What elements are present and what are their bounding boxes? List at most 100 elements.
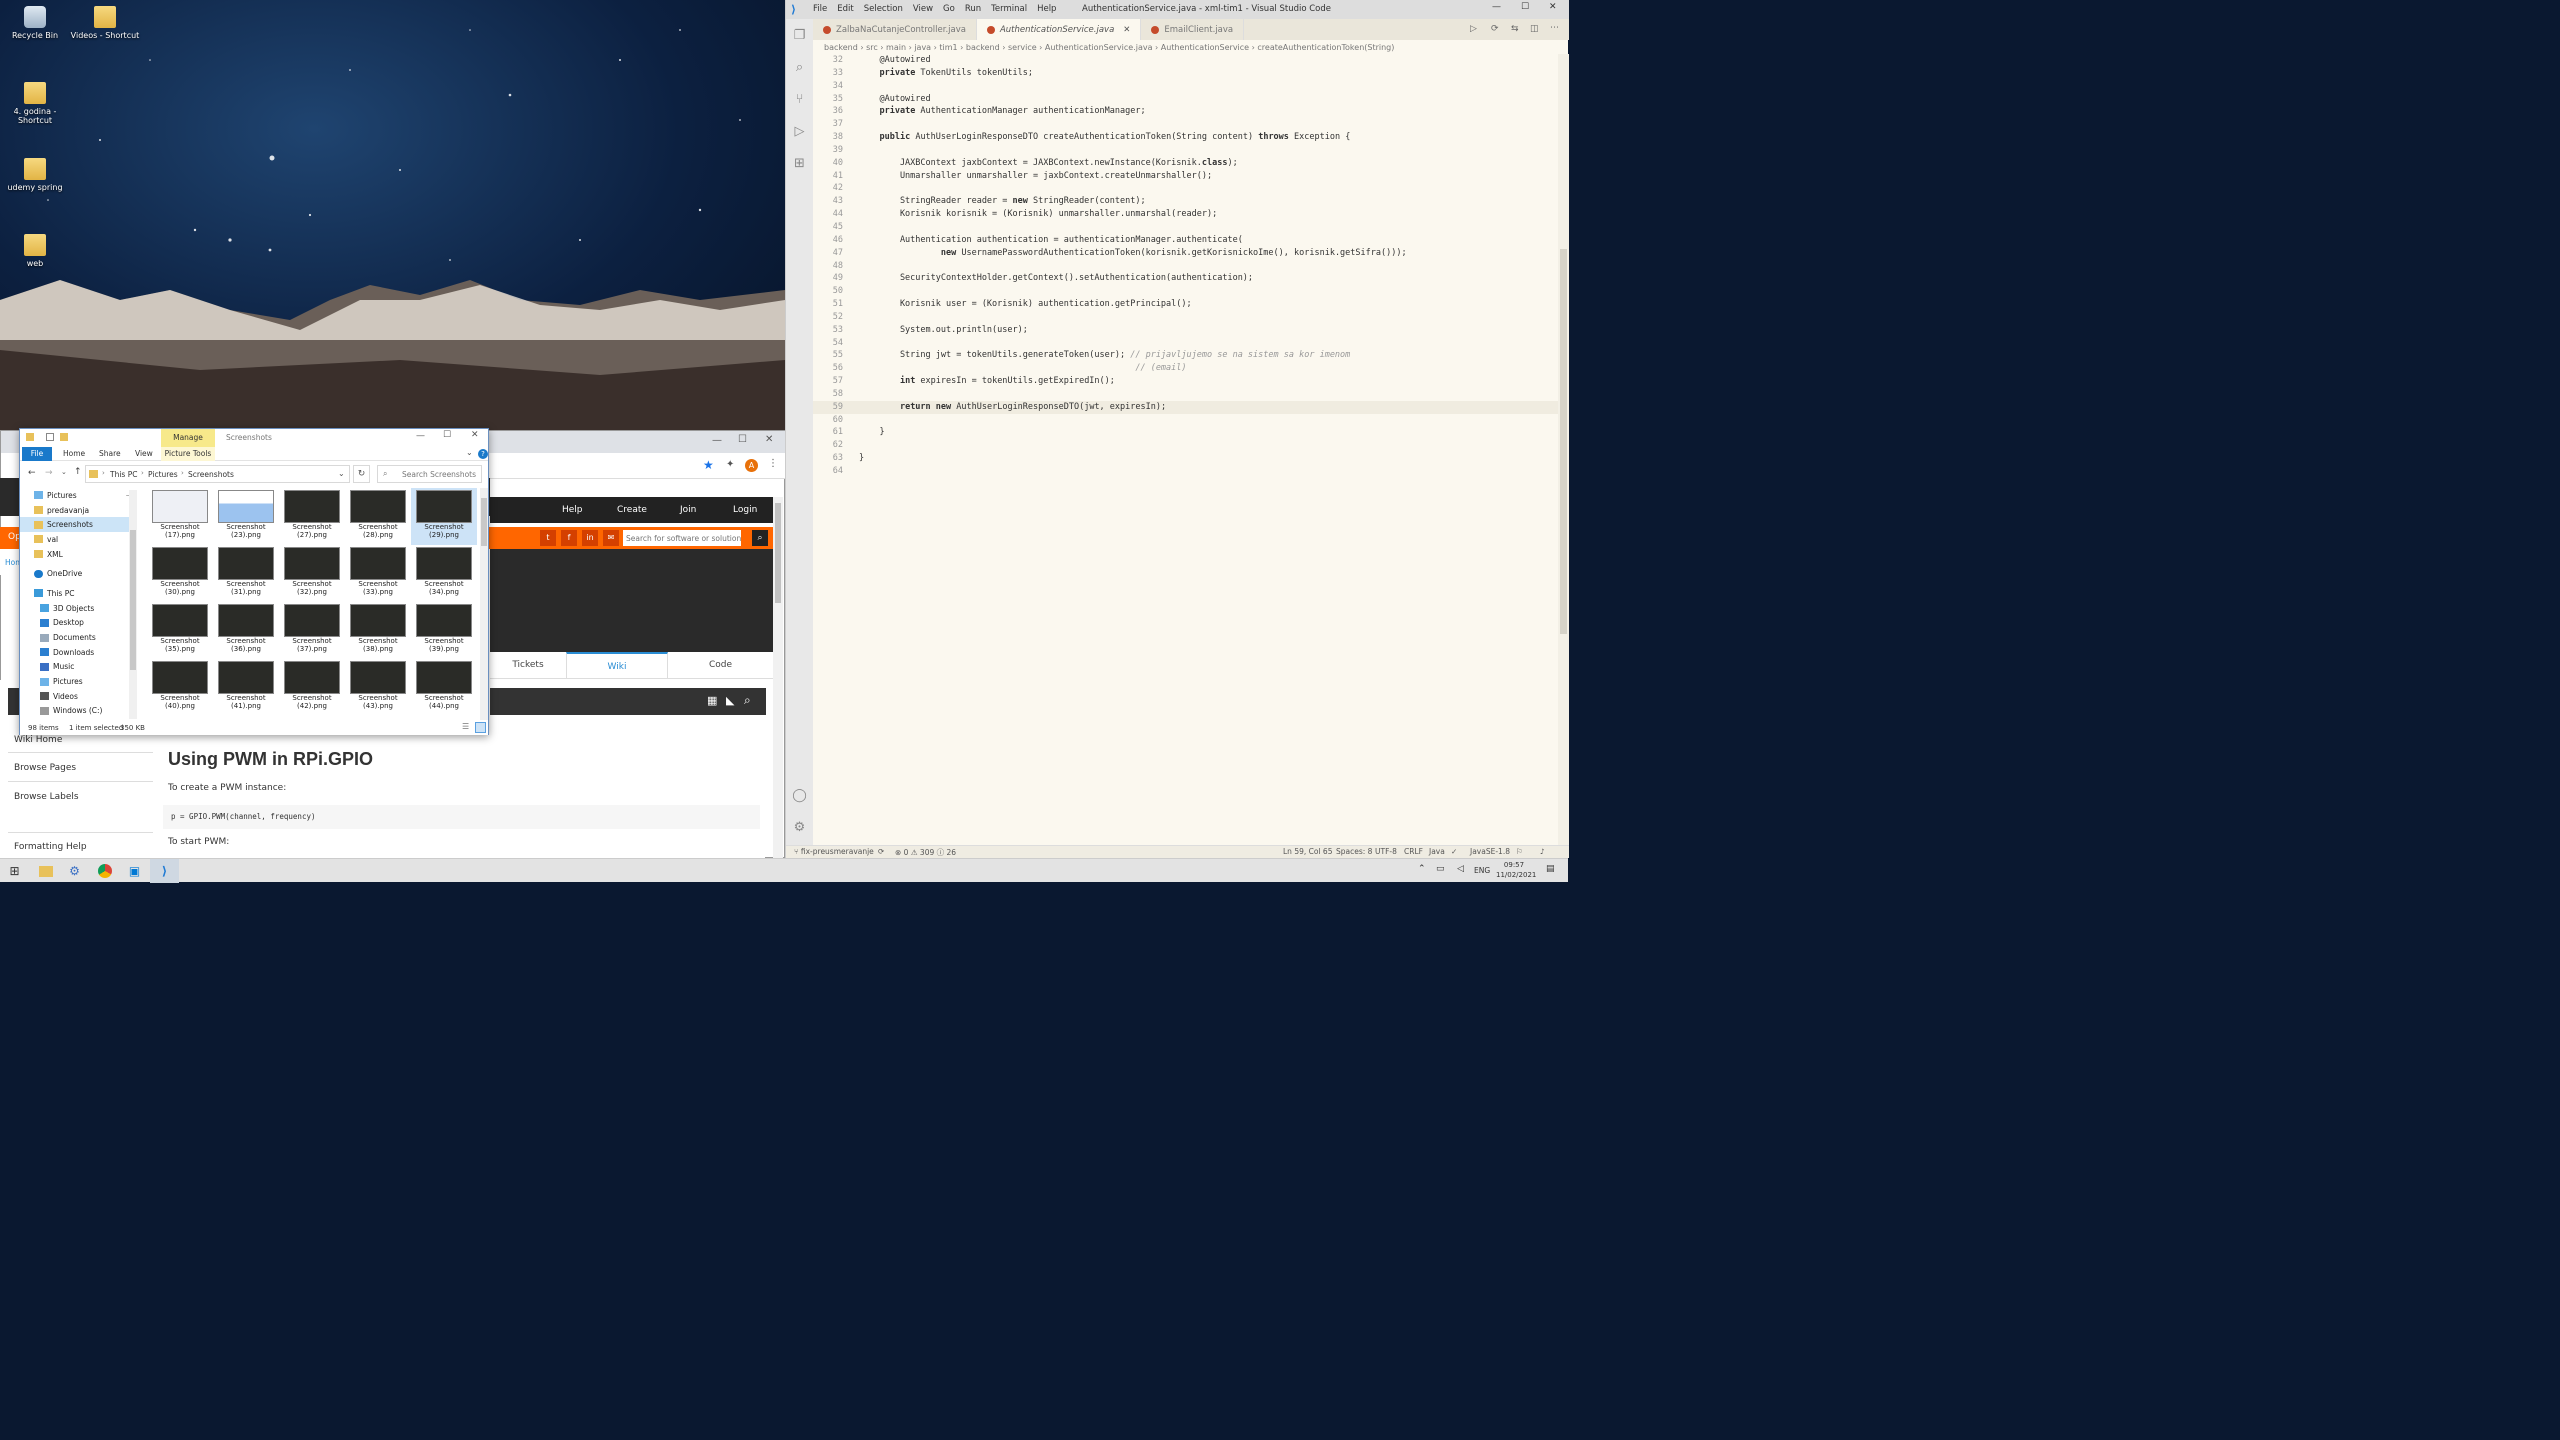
ribbon-picture-tools[interactable]: Picture Tools [161,447,215,461]
nav-videos[interactable]: Videos [20,689,137,704]
menu-go[interactable]: Go [943,4,955,14]
code-line[interactable]: 62 [813,439,1558,452]
file-item[interactable]: Screenshot (30).png [147,545,213,602]
nav-pictures[interactable]: Pictures [20,674,137,689]
store-taskbar-icon[interactable]: ▣ [120,859,149,883]
extensions-icon[interactable]: ⊞ [786,147,813,179]
show-hidden-icons-icon[interactable]: ⌃ [1418,864,1426,874]
feedback-icon[interactable]: ⚐ [1516,847,1523,856]
file-item[interactable]: Screenshot (32).png [279,545,345,602]
code-line[interactable]: 60 [813,414,1558,427]
editor-scrollbar[interactable] [1558,54,1569,845]
minimize-icon[interactable]: — [712,435,722,446]
ribbon-view[interactable]: View [135,449,153,458]
settings-gear-icon[interactable]: ⚙ [786,811,813,843]
network-icon[interactable]: ▭ [1436,864,1445,874]
code-line[interactable]: 53 System.out.println(user); [813,324,1558,337]
problems-status[interactable]: ⊗ 0 ⚠ 309 ⓘ 26 [895,847,956,858]
videos-shortcut-icon[interactable]: Videos - Shortcut [70,6,140,40]
code-line[interactable]: 52 [813,311,1558,324]
code-line[interactable]: 45 [813,221,1558,234]
menu-view[interactable]: View [913,4,933,14]
more-actions-icon[interactable]: ⋯ [1550,23,1559,33]
account-icon[interactable]: ◯ [786,779,813,811]
code-line[interactable]: 39 [813,144,1558,157]
code-line[interactable]: 47 new UsernamePasswordAuthenticationTok… [813,247,1558,260]
ribbon-share[interactable]: Share [99,449,121,458]
code-line[interactable]: 36 private AuthenticationManager authent… [813,105,1558,118]
code-line[interactable]: 43 StringReader reader = new StringReade… [813,195,1558,208]
nav-desktop[interactable]: Desktop [20,616,137,631]
menu-terminal[interactable]: Terminal [991,4,1027,14]
notifications-bell-icon[interactable]: ♪ [1540,847,1545,856]
code-line[interactable]: 55 String jwt = tokenUtils.generateToken… [813,349,1558,362]
file-item[interactable]: Screenshot (43).png [345,659,411,716]
link-browse-labels[interactable]: Browse Labels [14,792,79,802]
code-line[interactable]: 32 @Autowired [813,54,1558,67]
udemy-spring-folder-icon[interactable]: udemy spring [0,158,70,192]
code-line[interactable]: 38 public AuthUserLoginResponseDTO creat… [813,131,1558,144]
app-taskbar-icon[interactable]: ⚙ [60,859,89,883]
file-item[interactable]: Screenshot (40).png [147,659,213,716]
file-explorer-taskbar-icon[interactable] [31,859,60,883]
vscode-titlebar[interactable]: ⟩ File Edit Selection View Go Run Terminal Help… [786,0,1569,19]
tab-wiki[interactable]: Wiki [566,652,668,679]
code-line[interactable]: 40 JAXBContext jaxbContext = JAXBContext… [813,157,1558,170]
thumbs-up-icon[interactable]: ✓ [1451,847,1457,856]
address-bar[interactable]: This PC Pictures Screenshots › › › ⌄ [85,465,350,483]
crumb-screenshots[interactable]: Screenshots [188,470,234,479]
code-line[interactable]: 35 @Autowired [813,93,1558,106]
code-line[interactable]: 48 [813,260,1558,273]
nav-documents[interactable]: Documents [20,630,137,645]
help-icon[interactable]: ? [478,449,488,459]
sync-icon[interactable]: ⟳ [878,847,884,856]
split-editor-icon[interactable]: ◫ [1530,24,1539,34]
code-line[interactable]: 46 Authentication authentication = authe… [813,234,1558,247]
profile-avatar[interactable]: A [745,459,758,472]
nav-create[interactable]: Create [617,505,647,515]
search-icon[interactable]: ⌕ [752,530,768,546]
nav-login[interactable]: Login [733,505,757,515]
code-line[interactable]: 51 Korisnik user = (Korisnik) authentica… [813,298,1558,311]
calendar-icon[interactable]: ▦ [707,694,717,707]
code-line[interactable]: 50 [813,285,1558,298]
menu-run[interactable]: Run [965,4,981,14]
file-item[interactable]: Screenshot (31).png [213,545,279,602]
nav-windows-c[interactable]: Windows (C:) [20,704,137,719]
tab-zalba-controller[interactable]: ZalbaNaCutanjeController.java [813,19,977,40]
nav-music[interactable]: Music [20,660,137,675]
bookmark-star-icon[interactable]: ★ [703,458,714,472]
nav-join[interactable]: Join [680,505,696,515]
file-item[interactable]: Screenshot (33).png [345,545,411,602]
code-line[interactable]: 54 [813,337,1558,350]
breadcrumb[interactable]: backend › src › main › java › tim1 › bac… [813,40,1569,54]
code-line[interactable]: 56 // (email) [813,362,1558,375]
manage-tab[interactable]: Manage [161,429,215,447]
language-indicator[interactable]: ENG [1474,866,1490,875]
indentation[interactable]: Spaces: 8 [1336,847,1372,856]
email-icon[interactable]: ✉ [603,530,619,546]
ribbon-home[interactable]: Home [63,449,85,458]
file-item[interactable]: Screenshot (38).png [345,602,411,659]
line-ending[interactable]: CRLF [1404,847,1423,856]
large-icons-view-icon[interactable] [475,722,486,733]
site-search-input[interactable] [623,530,741,546]
nav-xml[interactable]: XML [20,547,137,562]
nav-downloads[interactable]: Downloads [20,645,137,660]
facebook-icon[interactable]: f [561,530,577,546]
rss-icon[interactable]: ◣ [726,694,734,707]
back-arrow-icon[interactable]: ← [28,468,36,478]
linkedin-icon[interactable]: in [582,530,598,546]
source-control-icon[interactable]: ⑂ [786,83,813,115]
cursor-position[interactable]: Ln 59, Col 65 [1283,847,1332,856]
code-line[interactable]: 57 int expiresIn = tokenUtils.getExpired… [813,375,1558,388]
godina-shortcut-icon[interactable]: 4. godina - Shortcut [0,82,70,125]
minimize-icon[interactable]: — [416,431,425,441]
code-line[interactable]: 64 [813,465,1558,478]
maximize-icon[interactable]: ☐ [1521,2,1529,12]
link-formatting-help[interactable]: Formatting Help [14,842,87,852]
tab-authentication-service[interactable]: AuthenticationService.java ✕ [976,19,1142,40]
menu-selection[interactable]: Selection [864,4,903,14]
file-item[interactable]: Screenshot (17).png [147,488,213,545]
debug-icon[interactable]: ⟳ [1491,24,1499,34]
